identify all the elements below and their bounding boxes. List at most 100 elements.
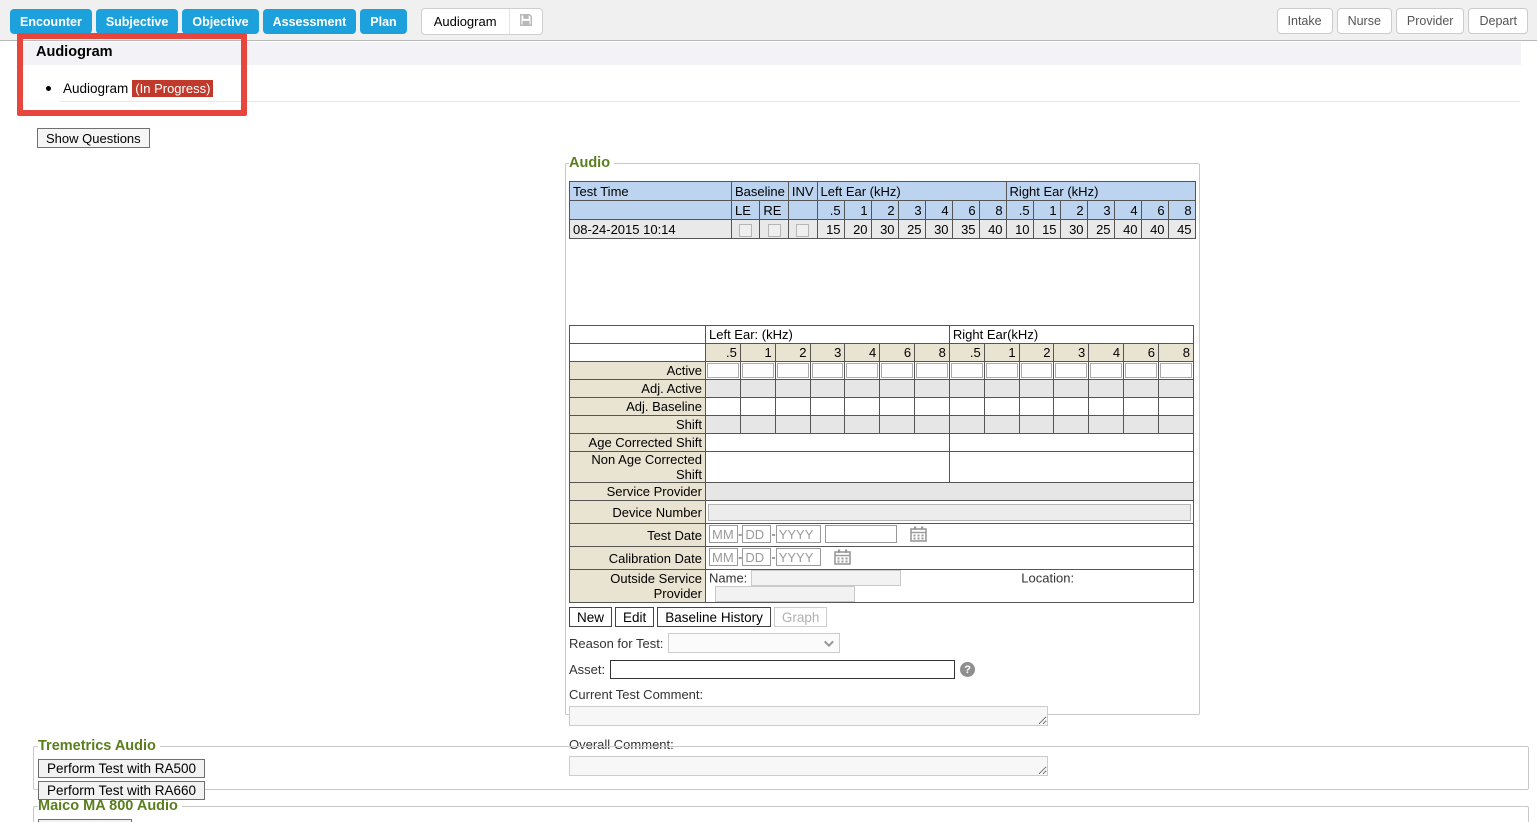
blank-cell bbox=[570, 326, 706, 344]
active-input[interactable] bbox=[881, 363, 913, 378]
freq-header: 3 bbox=[1087, 201, 1114, 220]
right-value: 30 bbox=[1060, 220, 1087, 239]
save-button[interactable] bbox=[509, 9, 542, 34]
current-test-comment-textarea[interactable] bbox=[569, 706, 1048, 726]
audiogram-item-link[interactable]: Audiogram bbox=[63, 81, 128, 96]
provider-button[interactable]: Provider bbox=[1396, 8, 1465, 34]
results-data-row[interactable]: 08-24-2015 10:14 15 20 30 25 30 35 40 10… bbox=[570, 220, 1196, 239]
baseline-re-checkbox[interactable] bbox=[768, 224, 781, 237]
new-button[interactable]: New bbox=[569, 607, 612, 627]
adj-active-row: Adj. Active bbox=[570, 380, 1194, 398]
col-re: RE bbox=[760, 201, 788, 220]
osp-location-input[interactable] bbox=[715, 586, 855, 602]
active-input[interactable] bbox=[916, 363, 948, 378]
results-header-row-2: LE RE .5 1 2 3 4 6 8 .5 1 2 3 4 6 8 bbox=[570, 201, 1196, 220]
shift-row: Shift bbox=[570, 416, 1194, 434]
right-value: 10 bbox=[1006, 220, 1033, 239]
osp-name-label: Name: bbox=[709, 571, 747, 586]
non-age-corrected-left-cell bbox=[706, 452, 950, 483]
nav-subjective-button[interactable]: Subjective bbox=[96, 9, 179, 34]
active-input[interactable] bbox=[812, 363, 844, 378]
intake-button[interactable]: Intake bbox=[1277, 8, 1333, 34]
active-input[interactable] bbox=[846, 363, 878, 378]
baseline-le-checkbox[interactable] bbox=[739, 224, 752, 237]
col-inv: INV bbox=[788, 182, 817, 201]
edit-button[interactable]: Edit bbox=[615, 607, 654, 627]
freq-header: 2 bbox=[1019, 344, 1054, 362]
service-provider-value bbox=[706, 483, 1194, 501]
left-value: 30 bbox=[925, 220, 952, 239]
calibration-date-mm-input[interactable] bbox=[709, 548, 738, 566]
maico-audio-legend: Maico MA 800 Audio bbox=[38, 798, 182, 814]
right-value: 15 bbox=[1033, 220, 1060, 239]
service-provider-row: Service Provider bbox=[570, 483, 1194, 501]
graph-button[interactable]: Graph bbox=[774, 607, 828, 627]
outside-service-provider-label: Outside Service Provider bbox=[570, 570, 706, 603]
show-questions-button[interactable]: Show Questions bbox=[37, 128, 150, 148]
audiogram-tab[interactable]: Audiogram bbox=[421, 8, 543, 35]
nav-encounter-button[interactable]: Encounter bbox=[10, 9, 92, 34]
col-le: LE bbox=[732, 201, 760, 220]
calibration-date-dd-input[interactable] bbox=[742, 548, 771, 566]
active-input[interactable] bbox=[1125, 363, 1157, 378]
active-row: Active bbox=[570, 362, 1194, 380]
help-icon[interactable]: ? bbox=[960, 662, 975, 677]
nav-plan-button[interactable]: Plan bbox=[360, 9, 406, 34]
floppy-save-icon bbox=[519, 13, 533, 30]
active-input[interactable] bbox=[1055, 363, 1087, 378]
nurse-button[interactable]: Nurse bbox=[1337, 8, 1392, 34]
age-corrected-shift-label: Age Corrected Shift bbox=[570, 434, 706, 452]
detail-header-row-2: .5 1 2 3 4 6 8 .5 1 2 3 4 6 8 bbox=[570, 344, 1194, 362]
calendar-icon[interactable] bbox=[834, 553, 851, 568]
reason-for-test-select[interactable] bbox=[668, 633, 840, 653]
device-number-input[interactable] bbox=[708, 504, 1191, 521]
right-value: 40 bbox=[1114, 220, 1141, 239]
test-date-yyyy-input[interactable] bbox=[776, 525, 821, 543]
test-time-input[interactable] bbox=[825, 525, 897, 543]
active-input[interactable] bbox=[986, 363, 1018, 378]
maico-audio-section: Maico MA 800 Audio Perform Test bbox=[33, 798, 1529, 822]
nav-assessment-button[interactable]: Assessment bbox=[263, 9, 357, 34]
active-input[interactable] bbox=[1160, 363, 1192, 378]
nav-objective-button[interactable]: Objective bbox=[182, 9, 258, 34]
active-input[interactable] bbox=[951, 363, 983, 378]
detail-header-row-1: Left Ear: (kHz) Right Ear(kHz) bbox=[570, 326, 1194, 344]
freq-header: 6 bbox=[1124, 344, 1159, 362]
audio-results-table: Test Time Baseline INV Left Ear (kHz) Ri… bbox=[569, 181, 1196, 239]
perform-test-ra500-button[interactable]: Perform Test with RA500 bbox=[38, 759, 205, 778]
non-age-corrected-right-cell bbox=[949, 452, 1193, 483]
left-value: 15 bbox=[817, 220, 844, 239]
tremetrics-audio-section: Tremetrics Audio Perform Test with RA500… bbox=[33, 738, 1529, 790]
active-input[interactable] bbox=[707, 363, 739, 378]
calendar-icon[interactable] bbox=[910, 530, 927, 545]
freq-header: 2 bbox=[871, 201, 898, 220]
right-value: 25 bbox=[1087, 220, 1114, 239]
adj-active-label: Adj. Active bbox=[570, 380, 706, 398]
active-input[interactable] bbox=[742, 363, 774, 378]
inv-cell bbox=[788, 220, 817, 239]
freq-header: 4 bbox=[845, 344, 880, 362]
osp-name-input[interactable] bbox=[751, 570, 901, 586]
audiogram-panel-header bbox=[20, 42, 1521, 65]
active-input[interactable] bbox=[1090, 363, 1122, 378]
test-date-row: Test Date -- bbox=[570, 524, 1194, 547]
test-date-dd-input[interactable] bbox=[742, 525, 771, 543]
asset-input[interactable] bbox=[610, 660, 955, 679]
test-date-label: Test Date bbox=[570, 524, 706, 547]
blank-header bbox=[570, 201, 732, 220]
depart-button[interactable]: Depart bbox=[1468, 8, 1528, 34]
shift-label: Shift bbox=[570, 416, 706, 434]
audiogram-list-item[interactable]: Audiogram (In Progress) bbox=[46, 80, 213, 97]
page: Encounter Subjective Objective Assessmen… bbox=[0, 0, 1537, 822]
inv-checkbox[interactable] bbox=[796, 224, 809, 237]
baseline-history-button[interactable]: Baseline History bbox=[657, 607, 771, 627]
freq-header: 1 bbox=[984, 344, 1019, 362]
freq-header: 3 bbox=[810, 344, 845, 362]
asset-label: Asset: bbox=[569, 662, 605, 677]
freq-header: .5 bbox=[817, 201, 844, 220]
test-date-mm-input[interactable] bbox=[709, 525, 738, 543]
age-corrected-left-cell bbox=[706, 434, 950, 452]
active-input[interactable] bbox=[777, 363, 809, 378]
calibration-date-yyyy-input[interactable] bbox=[776, 548, 821, 566]
active-input[interactable] bbox=[1021, 363, 1053, 378]
